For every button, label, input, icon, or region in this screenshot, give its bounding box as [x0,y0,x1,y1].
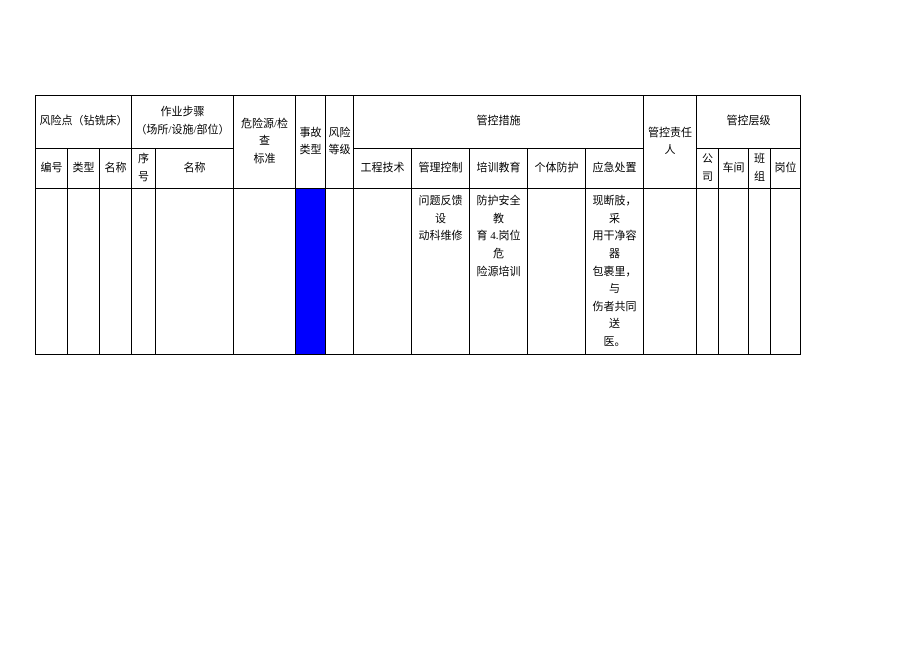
header-mgmt: 管理控制 [412,149,470,189]
cell-name [100,189,132,354]
header-resp-person: 管控责任人 [644,96,697,189]
header-team: 班 组 [749,149,771,189]
cell-post [771,189,801,354]
header-training: 培训教育 [470,149,528,189]
cell-company [697,189,719,354]
header-step-name: 名称 [156,149,234,189]
header-control-measures: 管控措施 [354,96,644,149]
cell-step-name [156,189,234,354]
cell-resp-person [644,189,697,354]
header-risk-point: 风险点（钻铣床） [36,96,132,149]
table-row: 问题反馈设 动科维修 防护安全教 育 4.岗位危 险源培训 现断肢，采 用干净容… [36,189,801,354]
header-risk-level: 风险 等级 [326,96,354,189]
header-work-steps: 作业步骤 （场所/设施/部位） [132,96,234,149]
cell-type [68,189,100,354]
header-post: 岗位 [771,149,801,189]
cell-hazard [234,189,296,354]
risk-control-table: 风险点（钻铣床） 作业步骤 （场所/设施/部位） 危险源/检查 标准 事故 类型… [35,95,801,355]
cell-eng [354,189,412,354]
cell-mgmt: 问题反馈设 动科维修 [412,189,470,354]
cell-accident-type [296,189,326,354]
header-eng: 工程技术 [354,149,412,189]
cell-ppe [528,189,586,354]
cell-risk-level [326,189,354,354]
cell-workshop [719,189,749,354]
header-type: 类型 [68,149,100,189]
header-company: 公 司 [697,149,719,189]
header-ppe: 个体防护 [528,149,586,189]
cell-emergency: 现断肢，采 用干净容器 包裹里，与 伤者共同送 医。 [586,189,644,354]
cell-team [749,189,771,354]
cell-training: 防护安全教 育 4.岗位危 险源培训 [470,189,528,354]
cell-seq [132,189,156,354]
header-workshop: 车间 [719,149,749,189]
cell-no [36,189,68,354]
header-name: 名称 [100,149,132,189]
header-control-level: 管控层级 [697,96,801,149]
header-no: 编号 [36,149,68,189]
header-seq: 序号 [132,149,156,189]
header-hazard-std: 危险源/检查 标准 [234,96,296,189]
header-accident-type: 事故 类型 [296,96,326,189]
header-emergency: 应急处置 [586,149,644,189]
